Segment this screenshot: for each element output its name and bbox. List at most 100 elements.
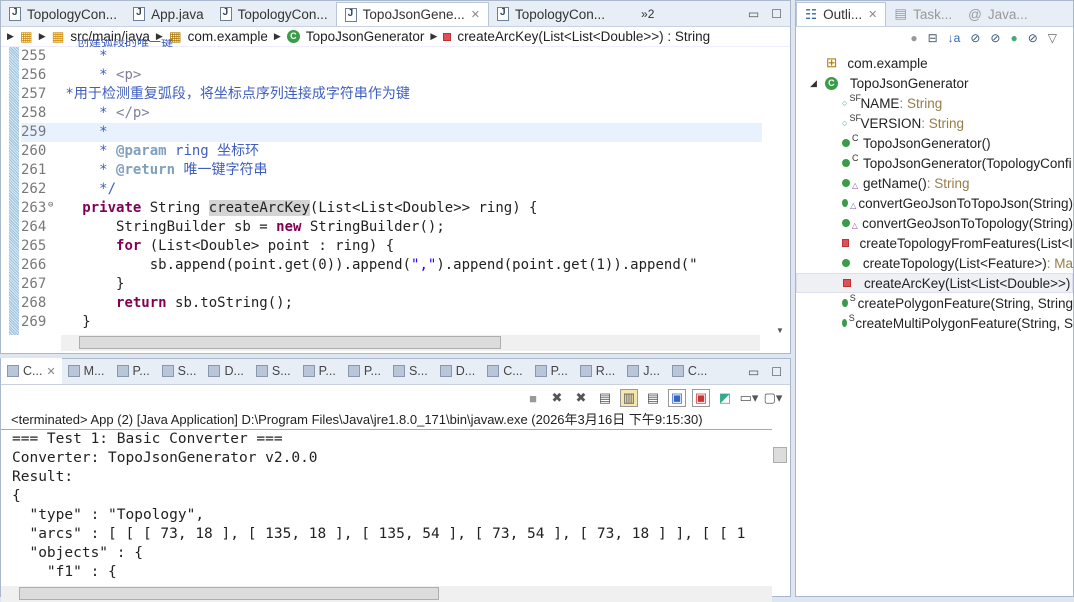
maximize-icon[interactable]: ☐ bbox=[771, 7, 782, 21]
fold-icon[interactable]: ⊖ bbox=[48, 196, 53, 215]
code-line[interactable]: 266 sb.append(point.get(0)).append(",").… bbox=[21, 256, 762, 275]
code-line[interactable]: 267 } bbox=[21, 275, 762, 294]
minimize-icon[interactable]: ▭ bbox=[748, 365, 759, 379]
chevron-right-icon[interactable]: ▶ bbox=[7, 31, 14, 42]
terminate-icon[interactable]: ■ bbox=[524, 389, 542, 407]
show-on-stdout-icon[interactable]: ▣ bbox=[668, 389, 686, 407]
display-console-icon[interactable]: ▭▾ bbox=[740, 389, 759, 407]
code-line[interactable]: 264 StringBuilder sb = new StringBuilder… bbox=[21, 218, 762, 237]
editor-tab[interactable]: TopologyCon... bbox=[212, 2, 336, 26]
console-view-tab[interactable]: S... bbox=[387, 358, 434, 384]
editor-tab-active[interactable]: TopoJsonGene... ✕ bbox=[335, 2, 489, 26]
code-line[interactable]: 258 * </p> bbox=[21, 104, 762, 123]
outline-member[interactable]: ScreatePolygonFeature(String, String bbox=[796, 293, 1073, 313]
view-menu-icon[interactable]: ▽ bbox=[1048, 31, 1057, 45]
maximize-icon[interactable]: ☐ bbox=[771, 365, 782, 379]
code-line[interactable]: 257 *用于检测重复弧段，将坐标点序列连接成字符串作为键 bbox=[21, 85, 762, 104]
sort-icon[interactable]: ↓a bbox=[948, 31, 961, 45]
tab-tasks[interactable]: ▤ Task... bbox=[886, 2, 960, 26]
breadcrumb-item[interactable]: com.example bbox=[188, 29, 268, 44]
editor-tab[interactable]: TopologyCon... bbox=[1, 2, 125, 26]
remove-launch-icon[interactable]: ✖ bbox=[548, 389, 566, 407]
breadcrumb-item[interactable]: createArcKey(List<List<Double>>) : Strin… bbox=[457, 29, 710, 44]
focus-icon[interactable]: ● bbox=[910, 31, 917, 45]
code-line[interactable]: 263 ⊖ private String createArcKey(List<Li… bbox=[21, 199, 762, 218]
console-view-tab[interactable]: S... bbox=[156, 358, 203, 384]
minimize-icon[interactable]: ▭ bbox=[748, 7, 759, 21]
outline-member[interactable]: △ convertGeoJsonToTopoJson(String) bbox=[796, 193, 1073, 213]
remove-all-terminated-icon[interactable]: ✖ bbox=[572, 389, 590, 407]
outline-package[interactable]: ⊞ com.example bbox=[796, 53, 1073, 73]
package-icon: ⊞ bbox=[826, 55, 838, 70]
code-line[interactable]: 260 * @param ring 坐标环 bbox=[21, 142, 762, 161]
console-view-tab[interactable]: P... bbox=[297, 358, 342, 384]
java-file-icon bbox=[344, 7, 357, 22]
close-icon[interactable]: ✕ bbox=[46, 365, 55, 378]
console-view-tab[interactable]: D... bbox=[202, 358, 249, 384]
hide-static-icon[interactable]: ⊘ bbox=[990, 31, 1000, 45]
console-view-tab[interactable]: C... bbox=[481, 358, 528, 384]
console-view-tab[interactable]: S... bbox=[250, 358, 297, 384]
hide-fields-icon[interactable]: ⊘ bbox=[970, 31, 980, 45]
show-on-stderr-icon[interactable]: ▣ bbox=[692, 389, 710, 407]
open-console-icon[interactable]: ▢▾ bbox=[764, 389, 783, 407]
code-line[interactable]: 269 } bbox=[21, 313, 762, 332]
outline-member[interactable]: △ getName() : String bbox=[796, 173, 1073, 193]
outline-member[interactable]: C TopoJsonGenerator(TopologyConfi bbox=[796, 153, 1073, 173]
console-view-tab[interactable]: J... bbox=[621, 358, 666, 384]
pin-console-icon[interactable]: ◩ bbox=[716, 389, 734, 407]
project-icon[interactable]: ▦ bbox=[20, 29, 33, 45]
outline-member[interactable]: createTopology(List<Feature>) : Ma bbox=[796, 253, 1073, 273]
tab-javadoc[interactable]: @ Java... bbox=[960, 2, 1036, 26]
console-view-tab[interactable]: P... bbox=[529, 358, 574, 384]
line-number: 259 bbox=[21, 124, 47, 140]
console-view-tab[interactable]: C... bbox=[666, 358, 713, 384]
code-token: </p> bbox=[116, 105, 150, 121]
console-view-tab[interactable]: P... bbox=[342, 358, 387, 384]
line-number: 256 bbox=[21, 67, 47, 83]
code-line[interactable]: 261 * @return 唯一键字符串 bbox=[21, 161, 762, 180]
code-line[interactable]: 262 */ bbox=[21, 180, 762, 199]
outline-member[interactable]: ○ SF NAME : String bbox=[796, 93, 1073, 113]
console-view-tab[interactable]: R... bbox=[574, 358, 621, 384]
console-view-tab[interactable]: D... bbox=[434, 358, 481, 384]
editor-horizontal-scrollbar[interactable] bbox=[61, 335, 760, 351]
console-vertical-scrollbar[interactable] bbox=[772, 429, 788, 586]
clear-console-icon[interactable]: ▤ bbox=[596, 389, 614, 407]
code-line[interactable]: 259 * bbox=[21, 123, 762, 142]
console-output[interactable]: === Test 1: Basic Converter === Converter… bbox=[1, 429, 772, 586]
scroll-lock-icon[interactable]: ▥ bbox=[620, 389, 638, 407]
editor-tab[interactable]: TopologyCon... bbox=[489, 2, 613, 26]
word-wrap-icon[interactable]: ▤ bbox=[644, 389, 662, 407]
outline-member[interactable]: △ convertGeoJsonToTopology(String) bbox=[796, 213, 1073, 233]
outline-member[interactable]: createArcKey(List<List<Double>>) bbox=[796, 273, 1073, 293]
console-view-tab[interactable]: C... ✕ bbox=[1, 358, 62, 384]
code-editor[interactable]: 255 * 256 * <p> 257 *用于检测重复弧段，将坐标点序列连接成字符串… bbox=[21, 47, 762, 335]
hide-nonpublic-icon[interactable]: ● bbox=[1010, 31, 1017, 45]
console-view-tab[interactable]: M... bbox=[62, 358, 111, 384]
close-icon[interactable]: ✕ bbox=[471, 8, 480, 21]
code-line[interactable]: 256 * <p> bbox=[21, 66, 762, 85]
outline-member[interactable]: ○ SF VERSION : String bbox=[796, 113, 1073, 133]
collapse-all-icon[interactable]: ⊟ bbox=[928, 31, 938, 45]
tab-outline[interactable]: ☷ Outli... ✕ bbox=[796, 2, 887, 26]
editor-vertical-scrollbar[interactable]: ▼ bbox=[772, 47, 788, 335]
code-line[interactable]: 268 return sb.toString(); bbox=[21, 294, 762, 313]
outline-member[interactable]: createTopologyFromFeatures(List<I bbox=[796, 233, 1073, 253]
outline-class[interactable]: ◢ C TopoJsonGenerator bbox=[796, 73, 1073, 93]
outline-member[interactable]: C TopoJsonGenerator() bbox=[796, 133, 1073, 153]
expand-icon[interactable]: ◢ bbox=[810, 78, 817, 89]
hide-local-types-icon[interactable]: ⊘ bbox=[1028, 31, 1038, 45]
tab-overflow[interactable]: »2 bbox=[633, 2, 662, 26]
breadcrumb-item[interactable]: TopoJsonGenerator bbox=[306, 29, 425, 44]
line-number: 264 bbox=[21, 219, 47, 235]
console-horizontal-scrollbar[interactable] bbox=[1, 586, 772, 602]
outline-member[interactable]: ScreateMultiPolygonFeature(String, S bbox=[796, 313, 1073, 333]
close-icon[interactable]: ✕ bbox=[868, 8, 877, 21]
console-view-tab[interactable]: P... bbox=[111, 358, 156, 384]
editor-tab[interactable]: App.java bbox=[125, 2, 212, 26]
tab-label: S... bbox=[408, 364, 428, 378]
code-line[interactable]: 265 for (List<Double> point : ring) { bbox=[21, 237, 762, 256]
code-line[interactable]: 255 * bbox=[21, 47, 762, 66]
